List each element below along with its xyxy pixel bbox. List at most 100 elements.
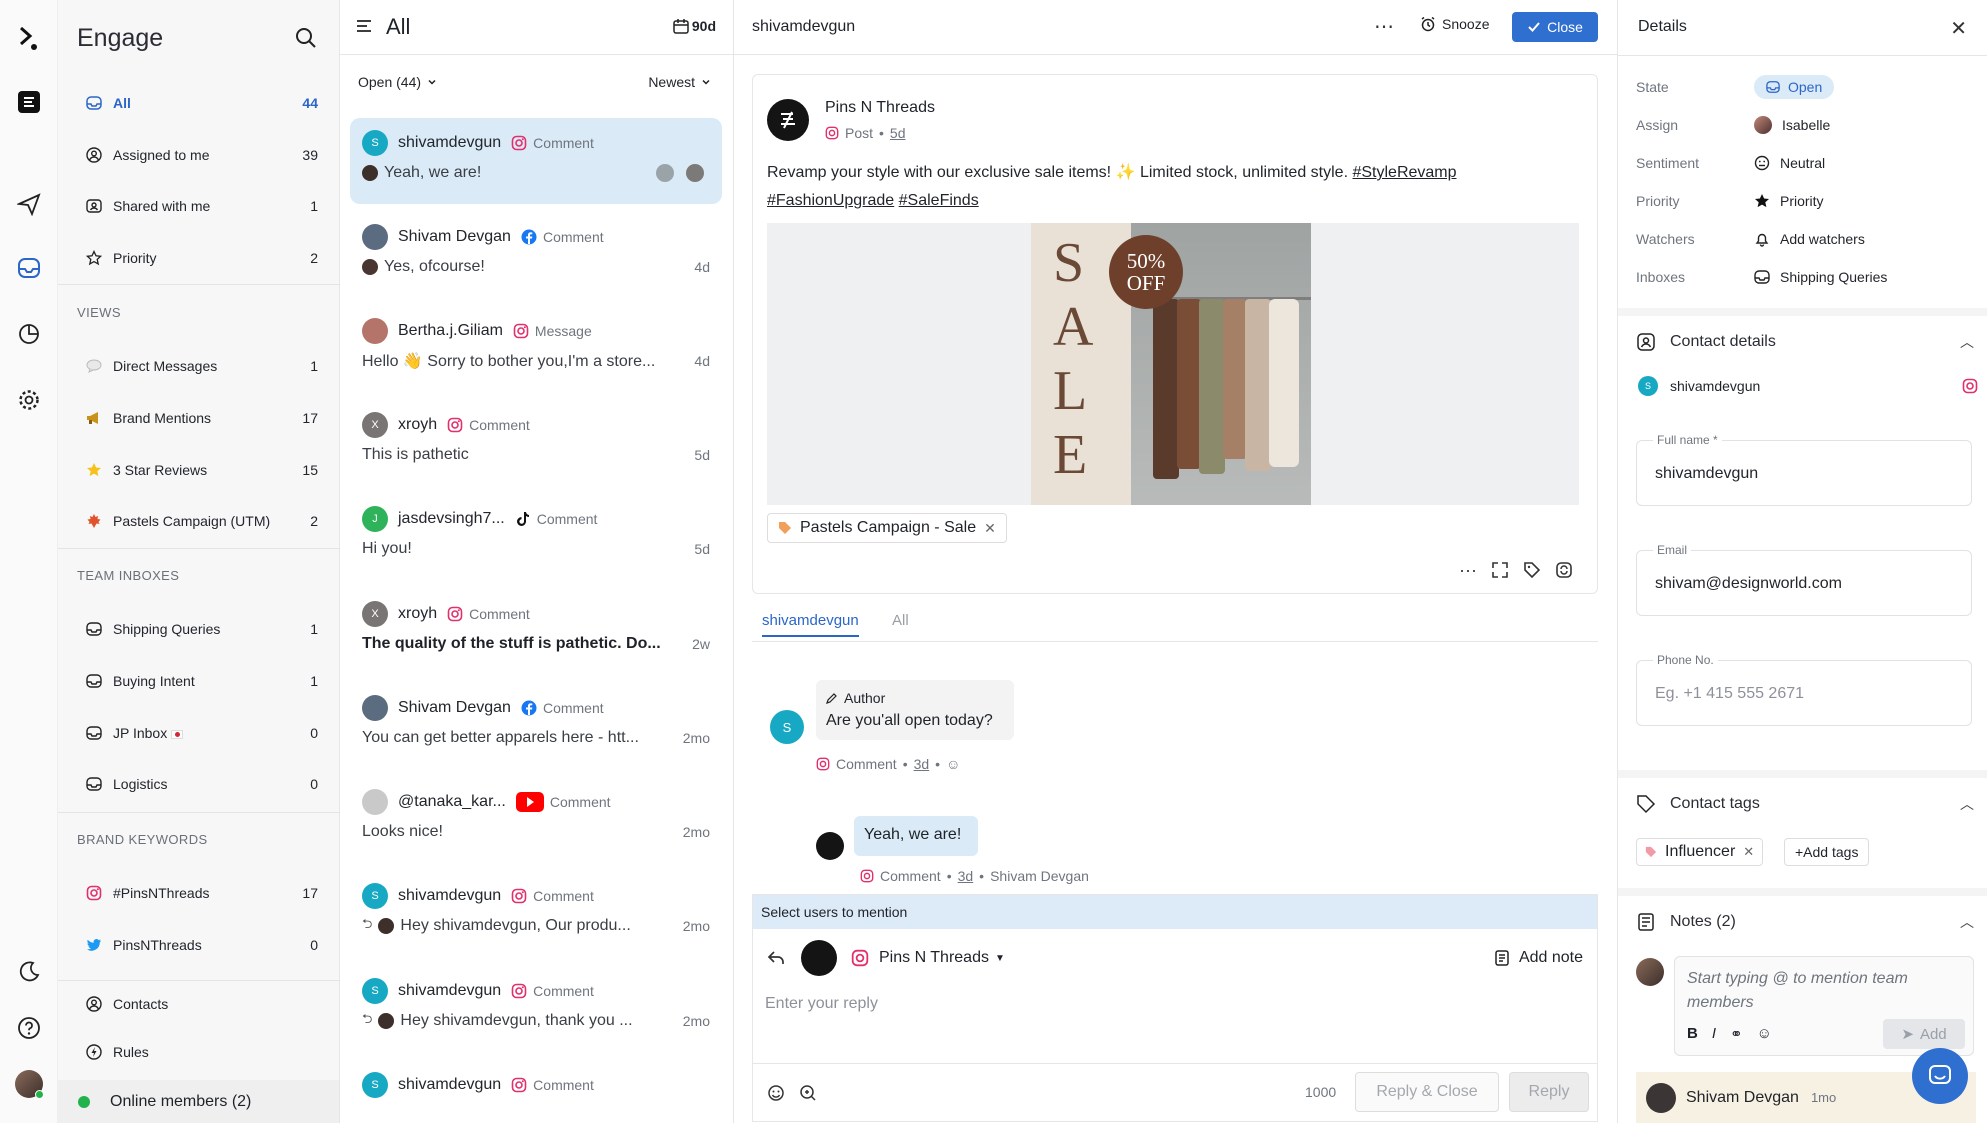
sidebar-item-contacts[interactable]: Contacts xyxy=(68,984,330,1024)
tab-shivamdevgun[interactable]: shivamdevgun xyxy=(762,612,859,637)
email-field[interactable]: Email shivam@designworld.com xyxy=(1636,543,1972,616)
app-icon[interactable] xyxy=(0,82,57,122)
conversation-card[interactable]: Shivam Devgan Comment Yes, ofcourse! 4d xyxy=(350,212,722,298)
conversation-card[interactable]: Sshivamdevgun Comment xyxy=(350,1060,722,1123)
conversation-card[interactable]: Shivam Devgan Comment You can get better a… xyxy=(350,683,722,769)
contact-tags-header[interactable]: Contact tags ︿ xyxy=(1636,794,1976,814)
sidebar-item-3-star-reviews[interactable]: 3 Star Reviews 15 xyxy=(68,450,330,490)
expand-icon[interactable] xyxy=(1491,561,1509,582)
post-age-link[interactable]: 5d xyxy=(890,125,906,141)
chevron-up-icon[interactable]: ︿ xyxy=(1960,332,1974,352)
send-icon[interactable] xyxy=(0,184,57,224)
remove-tag-icon[interactable]: ✕ xyxy=(1743,844,1754,860)
tab-all[interactable]: All xyxy=(892,612,909,629)
campaign-tag[interactable]: Pastels Campaign - Sale ✕ xyxy=(767,513,1007,543)
contact-details-header[interactable]: Contact details ︿ xyxy=(1636,332,1976,352)
sidebar-item-logistics[interactable]: Logistics 0 xyxy=(68,764,330,804)
reply-back-icon[interactable] xyxy=(767,949,785,967)
bold-icon[interactable]: B xyxy=(1687,1025,1698,1043)
emoji-react-icon[interactable]: ☺ xyxy=(946,756,960,772)
online-members-label: Online members (2) xyxy=(110,1092,252,1110)
tag-icon[interactable] xyxy=(1523,561,1541,582)
sidebar-item-pinsnthreads-twitter[interactable]: PinsNThreads 0 xyxy=(68,925,330,965)
add-note-button[interactable]: Add note xyxy=(1493,949,1583,967)
sidebar-item-brand-mentions[interactable]: Brand Mentions 17 xyxy=(68,398,330,438)
full-name-field[interactable]: Full name * shivamdevgun xyxy=(1636,433,1972,506)
influencer-tag[interactable]: Influencer ✕ xyxy=(1636,838,1764,866)
emoji-icon[interactable]: ☺ xyxy=(1757,1025,1772,1043)
link-icon[interactable]: ⚭ xyxy=(1730,1025,1743,1043)
reply-input[interactable]: Enter your reply xyxy=(765,995,878,1013)
sidebar-item-priority[interactable]: Priority 2 xyxy=(68,238,330,278)
conversation-card[interactable]: Jjasdevsingh7... Comment Hi you! 5d xyxy=(350,494,722,580)
close-icon[interactable]: ✕ xyxy=(1950,16,1967,41)
conversation-card[interactable]: Sshivamdevgun Comment ⮌ Hey shivamdevgun, t… xyxy=(350,966,722,1052)
sidebar-item-pastels-campaign[interactable]: Pastels Campaign (UTM) 2 xyxy=(68,501,330,541)
instagram-icon[interactable] xyxy=(1962,378,1978,394)
emoji-icon[interactable] xyxy=(767,1084,785,1102)
chevron-up-icon[interactable]: ︿ xyxy=(1960,912,1974,932)
conversation-card[interactable]: Xxroyh Comment This is pathetic 5d xyxy=(350,400,722,486)
italic-icon[interactable]: I xyxy=(1712,1025,1716,1043)
online-members[interactable]: Online members (2) xyxy=(58,1080,339,1123)
conversation-card[interactable]: @tanaka_kar... Comment Looks nice! 2mo xyxy=(350,777,722,863)
sort-dropdown[interactable]: Newest xyxy=(648,74,711,90)
add-watchers-button[interactable]: Add watchers xyxy=(1754,231,1865,247)
conversation-card[interactable]: Xxroyh Comment The quality of the stuff is… xyxy=(350,589,722,675)
phone-field[interactable]: Phone No. Eg. +1 415 555 2671 xyxy=(1636,653,1972,726)
reports-icon[interactable] xyxy=(0,314,57,354)
sidebar-item-pinsnthreads-hashtag[interactable]: #PinsNThreads 17 xyxy=(68,873,330,913)
inbox-icon[interactable] xyxy=(0,248,57,288)
reply-button[interactable]: Reply xyxy=(1509,1072,1589,1112)
conversation-card[interactable]: Sshivamdevgun Comment ⮌ Hey shivamdevgun, O… xyxy=(350,871,722,957)
hashtag-link[interactable]: #SaleFinds xyxy=(899,192,979,209)
conversation-card[interactable]: Bertha.j.Giliam Message Hello 👋 Sorry to b… xyxy=(350,306,722,392)
sidebar-item-shipping-queries[interactable]: Shipping Queries 1 xyxy=(68,609,330,649)
sentiment-value[interactable]: Neutral xyxy=(1754,155,1825,171)
search-icon[interactable] xyxy=(294,26,318,50)
close-button[interactable]: Close xyxy=(1512,12,1598,42)
chat-launcher-button[interactable] xyxy=(1912,1048,1968,1104)
more-options-icon[interactable]: ⋯ xyxy=(1374,14,1394,39)
sidebar-item-rules[interactable]: Rules xyxy=(68,1032,330,1072)
settings-icon[interactable] xyxy=(0,380,57,420)
logo-icon[interactable] xyxy=(0,18,57,58)
comment-age-link[interactable]: 3d xyxy=(914,756,930,772)
contact-icon xyxy=(1637,333,1655,351)
reply-and-close-button[interactable]: Reply & Close xyxy=(1355,1072,1499,1112)
mention-bar[interactable]: Select users to mention xyxy=(753,895,1597,929)
help-icon[interactable] xyxy=(0,1008,57,1048)
note-input[interactable]: Start typing @ to mention team members B… xyxy=(1674,956,1974,1056)
hashtag-link[interactable]: #StyleRevamp xyxy=(1352,164,1456,181)
add-tags-button[interactable]: +Add tags xyxy=(1784,838,1870,866)
conversation-card[interactable]: Sshivamdevgun Comment Yeah, we are! xyxy=(350,118,722,204)
chevron-up-icon[interactable]: ︿ xyxy=(1960,794,1974,814)
status-filter-dropdown[interactable]: Open (44) xyxy=(358,74,437,90)
assignee[interactable]: Isabelle xyxy=(1754,116,1830,134)
post-image[interactable]: SALE 50% OFF xyxy=(767,223,1579,505)
priority-value[interactable]: Priority xyxy=(1754,193,1824,209)
note-add-button[interactable]: ➤ Add xyxy=(1883,1019,1965,1049)
sidebar-item-shared[interactable]: Shared with me 1 xyxy=(68,186,330,226)
comment-age-link[interactable]: 3d xyxy=(958,868,974,884)
state-pill[interactable]: Open xyxy=(1754,75,1835,99)
notes-header[interactable]: Notes (2) ︿ xyxy=(1636,912,1976,932)
more-options-icon[interactable]: ⋯ xyxy=(1459,561,1477,582)
hashtag-link[interactable]: #FashionUpgrade xyxy=(767,192,894,209)
moon-icon[interactable] xyxy=(0,952,57,992)
sidebar-item-direct-messages[interactable]: Direct Messages 1 xyxy=(68,346,330,386)
sidebar-item-assigned[interactable]: Assigned to me 39 xyxy=(68,135,330,175)
menu-icon[interactable] xyxy=(356,18,372,34)
sidebar-item-jp-inbox[interactable]: JP Inbox 0 xyxy=(68,713,330,753)
reply-account-label[interactable]: Pins N Threads xyxy=(879,949,989,967)
sidebar-item-buying-intent[interactable]: Buying Intent 1 xyxy=(68,661,330,701)
date-range-button[interactable]: 90d xyxy=(673,18,716,34)
sync-icon[interactable] xyxy=(1555,561,1573,582)
sidebar-item-all[interactable]: All 44 xyxy=(68,83,330,123)
remove-tag-icon[interactable]: ✕ xyxy=(984,520,996,537)
inbox-value[interactable]: Shipping Queries xyxy=(1754,269,1887,285)
chevron-down-icon[interactable]: ▼ xyxy=(995,953,1005,964)
avatar[interactable] xyxy=(0,1064,57,1104)
snooze-button[interactable]: Snooze xyxy=(1420,16,1489,32)
magic-search-icon[interactable] xyxy=(799,1084,817,1102)
